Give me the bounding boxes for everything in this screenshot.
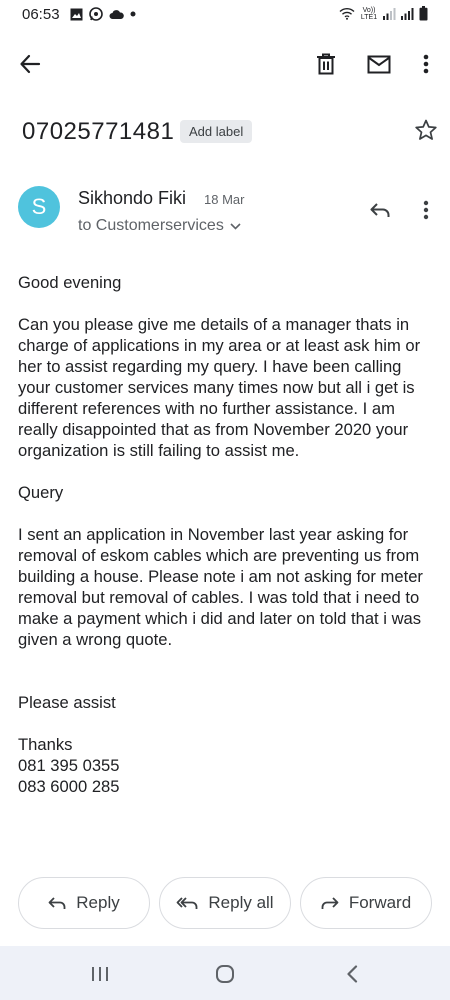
message-more-button[interactable] — [414, 194, 438, 226]
reply-icon-button[interactable] — [364, 194, 396, 226]
signal-icon — [401, 7, 414, 20]
back-arrow-icon — [20, 54, 41, 74]
notification-icons — [70, 7, 136, 21]
chevron-down-icon — [230, 222, 241, 230]
dot-icon — [130, 11, 136, 17]
recent-apps-button[interactable] — [88, 962, 112, 986]
query-heading: Query — [18, 483, 64, 502]
back-chevron-icon — [347, 965, 358, 983]
add-label-chip[interactable]: Add label — [180, 120, 253, 143]
star-button[interactable] — [414, 118, 442, 146]
phone-number[interactable]: 081 395 0355 — [18, 755, 432, 776]
battery-icon — [419, 6, 428, 21]
greeting: Good evening — [18, 273, 122, 292]
body-paragraph: I sent an application in November last y… — [18, 525, 423, 649]
forward-icon — [321, 897, 339, 909]
email-subject: 07025771481 — [22, 118, 175, 145]
recipient-toggle[interactable]: to Customerservices — [78, 217, 241, 235]
system-nav-bar — [0, 946, 450, 1000]
phone-number[interactable]: 083 6000 285 — [18, 776, 432, 797]
status-time: 06:53 — [22, 6, 60, 23]
more-vert-icon — [423, 54, 429, 74]
message-date: 18 Mar — [204, 192, 245, 207]
avatar[interactable]: S — [18, 186, 60, 228]
reply-all-label: Reply all — [208, 893, 274, 912]
gallery-icon — [70, 8, 83, 20]
sender-name: Sikhondo Fiki — [78, 188, 187, 208]
subject-row: 07025771481 Add label — [22, 118, 442, 148]
cloud-icon — [109, 9, 124, 19]
system-icons: Vo)) LTE1 — [339, 6, 428, 21]
home-icon — [216, 965, 234, 983]
reply-icon — [370, 203, 390, 217]
body-paragraph: Can you please give me details of a mana… — [18, 315, 421, 460]
wifi-icon — [339, 7, 355, 20]
recent-apps-icon — [92, 967, 108, 981]
reply-actions: Reply Reply all Forward — [18, 877, 434, 931]
closing-line: Please assist — [18, 693, 116, 712]
star-icon — [415, 119, 437, 140]
signal-icon — [383, 7, 396, 20]
delete-button[interactable] — [308, 46, 344, 82]
forward-button[interactable]: Forward — [300, 877, 432, 929]
signoff: Thanks — [18, 735, 73, 754]
reply-icon — [48, 897, 66, 909]
mark-unread-button[interactable] — [361, 46, 397, 82]
more-vert-icon — [423, 200, 429, 220]
status-bar: 06:53 Vo)) LTE1 — [0, 0, 450, 30]
sender-header: S Sikhondo Fiki 18 Mar to Customerservic… — [18, 186, 438, 242]
more-options-button[interactable] — [408, 46, 444, 82]
back-button[interactable] — [12, 46, 48, 82]
recipient-label: to Customerservices — [78, 217, 224, 234]
reply-button[interactable]: Reply — [18, 877, 150, 929]
reply-all-icon — [176, 897, 198, 909]
forward-label: Forward — [348, 893, 412, 912]
home-button[interactable] — [213, 962, 237, 986]
top-toolbar — [0, 38, 450, 90]
message-body: Good evening Can you please give me deta… — [18, 272, 432, 797]
whatsapp-icon — [89, 7, 103, 21]
back-nav-button[interactable] — [340, 962, 364, 986]
mail-icon — [367, 55, 391, 73]
reply-all-button[interactable]: Reply all — [159, 877, 291, 929]
trash-icon — [317, 53, 335, 75]
network-label: Vo)) LTE1 — [360, 6, 378, 21]
reply-label: Reply — [76, 893, 120, 912]
